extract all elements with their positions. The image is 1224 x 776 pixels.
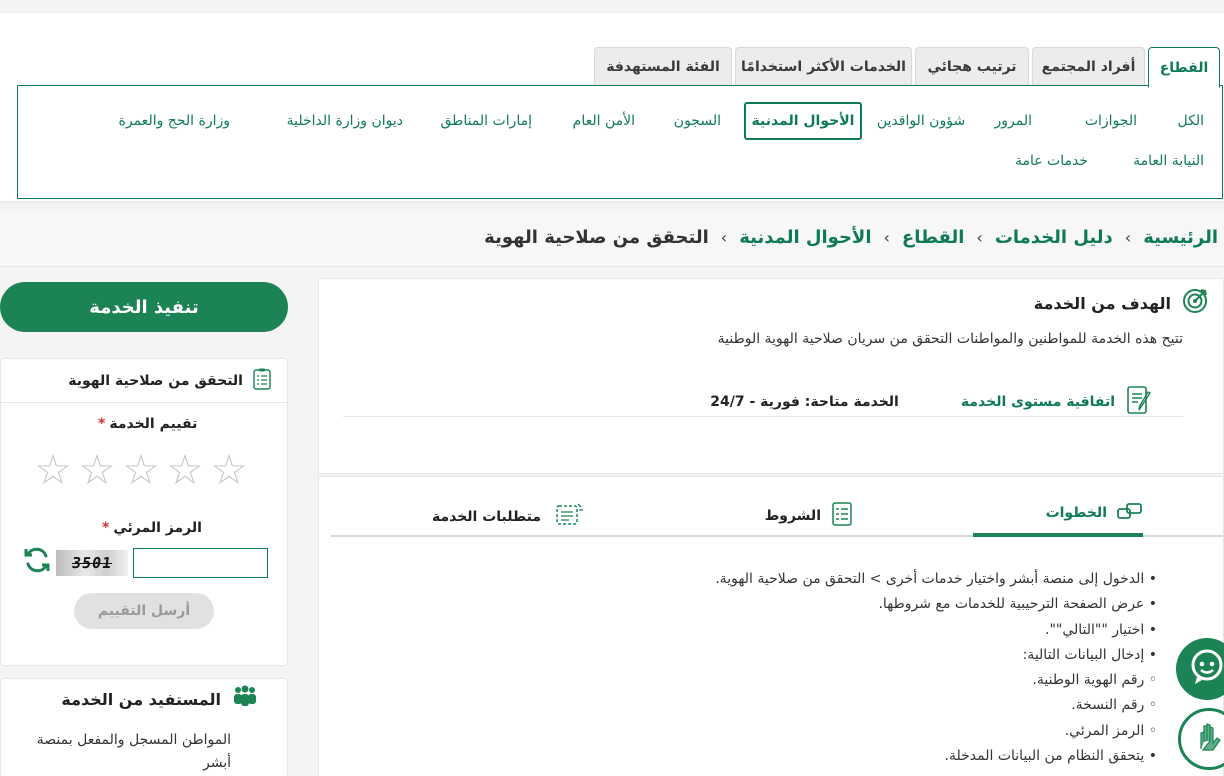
list-item: عرض الصفحة الترحيبية للخدمات مع شروطها. xyxy=(715,592,1157,617)
breadcrumb-separator: › xyxy=(720,228,728,247)
required-mark: * xyxy=(98,416,106,432)
sector-hajj-umrah[interactable]: وزارة الحج والعمرة xyxy=(119,102,230,140)
beneficiary-text: المواطن المسجل والمفعل بمنصة أبشر xyxy=(36,732,231,771)
tab-target-group[interactable]: الفئة المستهدفة xyxy=(594,47,732,86)
sector-filter-card: القطاع أفراد المجتمع ترتيب هجائي الخدمات… xyxy=(0,13,1224,201)
sla-value: الخدمة متاحة: فورية - 24/7 xyxy=(710,394,899,410)
rating-card-title: التحقق من صلاحية الهوية xyxy=(68,372,243,389)
list-item: الرمز المرئي. xyxy=(715,719,1157,744)
tab-steps-label: الخطوات xyxy=(1045,505,1107,521)
breadcrumb-separator: › xyxy=(883,228,890,247)
tab-alphabetical[interactable]: ترتيب هجائي xyxy=(915,47,1029,86)
tab-conditions[interactable]: الشروط xyxy=(765,501,853,531)
sector-public-prosecution[interactable]: النيابة العامة xyxy=(1133,142,1204,180)
captcha-text: 3501 xyxy=(70,554,114,572)
rating-card-header: التحقق من صلاحية الهوية xyxy=(1,359,287,403)
sector-all[interactable]: الكل xyxy=(1178,102,1205,140)
breadcrumb-separator: › xyxy=(976,228,983,247)
beneficiary-header: المستفيد من الخدمة xyxy=(61,685,259,713)
goal-title: الهدف من الخدمة xyxy=(1033,293,1171,313)
sector-general-services[interactable]: خدمات عامة xyxy=(1015,142,1088,180)
tab-conditions-label: الشروط xyxy=(764,508,821,524)
steps-list: الدخول إلى منصة أبشر واختيار خدمات أخرى … xyxy=(715,567,1157,769)
captcha-image: 3501 xyxy=(56,550,128,576)
list-item: اختيار ""التالي"". xyxy=(715,618,1157,643)
sla-block: اتفاقية مستوى الخدمة الخدمة متاحة: فورية… xyxy=(710,385,1153,419)
breadcrumb-civil-affairs[interactable]: الأحوال المدنية xyxy=(739,227,871,248)
details-card: الخطوات الشروط متطلبات الخدمة الدخول إلى… xyxy=(318,476,1224,776)
captcha-label: الرمز المرئي* xyxy=(102,520,202,536)
star-icon[interactable]: ☆ xyxy=(122,448,160,492)
execute-service-button[interactable]: تنفيذ الخدمة xyxy=(0,282,288,332)
breadcrumb-current: التحقق من صلاحية الهوية xyxy=(484,227,709,248)
contract-pen-icon xyxy=(1125,385,1153,419)
sector-moi-diwan[interactable]: ديوان وزارة الداخلية xyxy=(287,102,403,140)
sector-prisons[interactable]: السجون xyxy=(674,102,721,140)
breadcrumb-services-guide[interactable]: دليل الخدمات xyxy=(995,227,1113,248)
active-tab-indicator xyxy=(973,533,1143,537)
captcha-input[interactable] xyxy=(133,548,268,578)
list-item: رقم النسخة. xyxy=(715,693,1157,718)
tab-community[interactable]: أفراد المجتمع xyxy=(1032,47,1145,86)
divider xyxy=(343,416,1183,417)
breadcrumb-sector[interactable]: القطاع xyxy=(902,227,964,248)
breadcrumb: الرئيسية › دليل الخدمات › القطاع › الأحو… xyxy=(484,227,1218,248)
sector-panel: الكل الجوازات المرور شؤون الوافدين الأحو… xyxy=(17,85,1223,199)
list-item: إدخال البيانات التالية: xyxy=(715,643,1157,668)
goal-card: الهدف من الخدمة تتيح هذه الخدمة للمواطني… xyxy=(318,278,1224,474)
captcha-label-text: الرمز المرئي xyxy=(113,520,202,536)
rating-label: تقييم الخدمة* xyxy=(98,416,197,432)
tab-sector[interactable]: القطاع xyxy=(1148,47,1220,88)
tab-steps[interactable]: الخطوات xyxy=(1046,501,1143,525)
requirements-icon xyxy=(551,501,585,533)
list-item: الدخول إلى منصة أبشر واختيار خدمات أخرى … xyxy=(715,567,1157,592)
sector-public-security[interactable]: الأمن العام xyxy=(573,102,635,140)
breadcrumb-home[interactable]: الرئيسية xyxy=(1143,227,1218,248)
beneficiary-card: المستفيد من الخدمة المواطن المسجل والمفع… xyxy=(0,678,288,776)
star-icon[interactable]: ☆ xyxy=(210,448,248,492)
star-icon[interactable]: ☆ xyxy=(78,448,116,492)
people-group-icon xyxy=(231,685,259,713)
sector-passports[interactable]: الجوازات xyxy=(1085,102,1137,140)
send-rating-button[interactable]: أرسل التقييم xyxy=(74,593,214,629)
checklist-icon xyxy=(253,368,271,394)
checklist-icon xyxy=(831,501,853,531)
star-icon[interactable]: ☆ xyxy=(34,448,72,492)
sector-traffic[interactable]: المرور xyxy=(995,102,1033,140)
tab-most-used[interactable]: الخدمات الأكثر استخدامًا xyxy=(735,47,912,86)
goal-header: الهدف من الخدمة xyxy=(1034,287,1209,319)
breadcrumb-separator: › xyxy=(1124,228,1132,247)
tab-requirements[interactable]: متطلبات الخدمة xyxy=(432,501,585,533)
chatbot-icon xyxy=(1187,647,1224,691)
refresh-icon[interactable] xyxy=(22,545,52,575)
steps-icon xyxy=(1117,501,1143,525)
goal-text: تتيح هذه الخدمة للمواطنين والمواطنات الت… xyxy=(717,331,1183,347)
list-item: رقم الهوية الوطنية. xyxy=(715,668,1157,693)
required-mark: * xyxy=(102,520,110,536)
beneficiary-title: المستفيد من الخدمة xyxy=(61,689,221,709)
tab-requirements-label: متطلبات الخدمة xyxy=(431,509,541,525)
breadcrumb-bar: الرئيسية › دليل الخدمات › القطاع › الأحو… xyxy=(0,211,1224,267)
sector-civil-affairs[interactable]: الأحوال المدنية xyxy=(744,102,862,140)
sector-expatriates[interactable]: شؤون الوافدين xyxy=(861,102,981,140)
sla-label: اتفاقية مستوى الخدمة xyxy=(960,394,1115,410)
sign-language-icon xyxy=(1189,717,1224,761)
star-rating[interactable]: ☆ ☆ ☆ ☆ ☆ xyxy=(34,448,248,492)
rating-label-text: تقييم الخدمة xyxy=(109,416,198,432)
sector-regional-emirates[interactable]: إمارات المناطق xyxy=(441,102,533,140)
target-icon xyxy=(1181,287,1209,319)
list-item: يتحقق النظام من البيانات المدخلة. xyxy=(715,744,1157,769)
star-icon[interactable]: ☆ xyxy=(166,448,204,492)
